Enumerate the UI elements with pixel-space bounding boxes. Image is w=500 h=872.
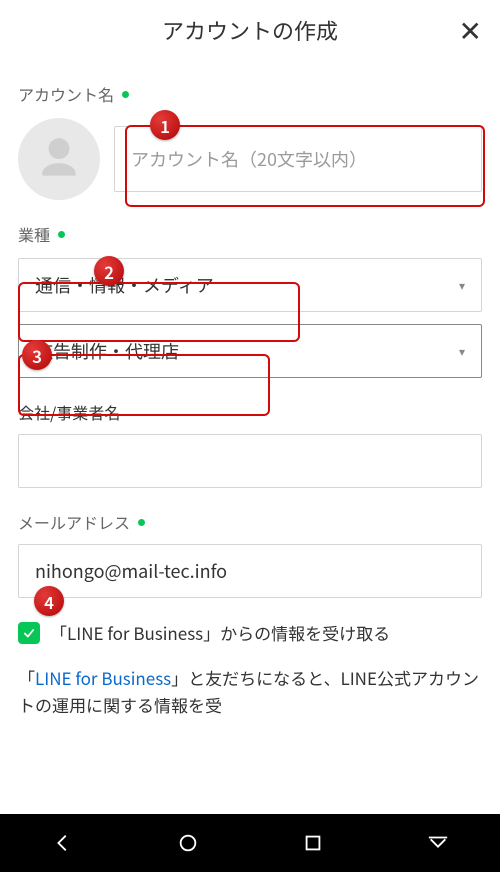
nav-back-icon[interactable] <box>52 832 74 854</box>
info-text: 「LINE for Business」と友だちになると、LINE公式アカウントの… <box>18 664 482 718</box>
industry-select-subcategory[interactable]: 広告制作・代理店 ▾ <box>18 324 482 378</box>
required-dot-icon <box>138 519 145 526</box>
consent-row: 「LINE for Business」からの情報を受け取る <box>18 620 482 646</box>
header: アカウントの作成 ✕ <box>0 0 500 60</box>
required-dot-icon <box>122 91 129 98</box>
account-name-row <box>18 118 482 200</box>
account-name-label: アカウント名 <box>18 82 482 106</box>
label-text: アカウント名 <box>18 82 114 106</box>
line-for-business-link[interactable]: LINE for Business <box>35 665 171 690</box>
consent-checkbox[interactable] <box>18 622 40 644</box>
industry-label: 業種 <box>18 222 482 246</box>
close-icon[interactable]: ✕ <box>459 16 482 44</box>
avatar-placeholder-icon[interactable] <box>18 118 100 200</box>
email-label: メールアドレス <box>18 510 482 534</box>
email-input[interactable] <box>18 544 482 598</box>
required-dot-icon <box>58 231 65 238</box>
nav-dropdown-icon[interactable] <box>427 832 449 854</box>
company-label: 会社/事業者名 <box>18 400 482 424</box>
account-name-input[interactable] <box>114 126 482 192</box>
label-text: メールアドレス <box>18 510 130 534</box>
nav-home-icon[interactable] <box>177 832 199 854</box>
consent-label: 「LINE for Business」からの情報を受け取る <box>50 620 396 646</box>
select-value: 広告制作・代理店 <box>35 338 179 364</box>
label-text: 業種 <box>18 222 50 246</box>
chevron-down-icon: ▾ <box>459 343 465 360</box>
page-title: アカウントの作成 <box>162 14 338 46</box>
company-input[interactable] <box>18 434 482 488</box>
select-value: 通信・情報・メディア <box>35 272 214 298</box>
nav-recent-icon[interactable] <box>302 832 324 854</box>
android-navbar <box>0 814 500 872</box>
form-content: アカウント名 業種 通信・情報・メディア ▾ 広告制作・代理店 ▾ 会社/事業者… <box>0 82 500 718</box>
chevron-down-icon: ▾ <box>459 277 465 294</box>
industry-select-category[interactable]: 通信・情報・メディア ▾ <box>18 258 482 312</box>
